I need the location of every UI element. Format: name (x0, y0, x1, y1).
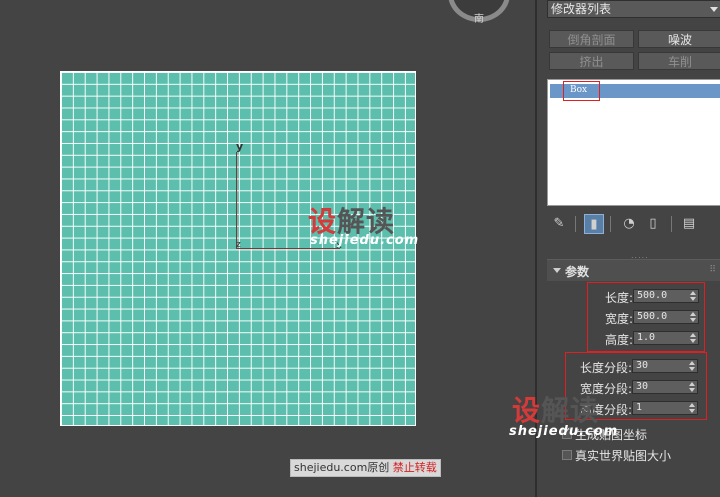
gizmo-y-label: y (236, 140, 244, 153)
gizmo-z-label: z (236, 240, 241, 250)
gizmo-y-axis (236, 152, 237, 248)
lathe-button[interactable]: 车削 (638, 52, 720, 70)
show-end-result-icon[interactable]: ▮ (584, 214, 604, 234)
chevron-down-icon (710, 7, 718, 12)
toolbar-divider (671, 216, 672, 232)
watermark-url: shejiedu.com (509, 424, 619, 439)
collapse-arrow-icon (553, 268, 561, 273)
modify-command-panel: 修改器列表 倒角剖面 噪波 挤出 车削 Box ✎ ▮ ◔ ▯ ▤ ..... … (509, 0, 720, 497)
pin-stack-icon[interactable]: ✎ (549, 214, 569, 234)
credit-banner: shejiedu.com原创 禁止转载 (290, 459, 441, 477)
real-world-map-size-checkbox[interactable] (562, 450, 572, 460)
annotation-highlight-box (587, 282, 705, 352)
remove-modifier-icon[interactable]: ▯ (643, 214, 663, 234)
perspective-viewport[interactable]: 南 y x z 设解读 shejiedu.com shejiedu.com原创 … (0, 0, 535, 497)
toolbar-divider (575, 216, 576, 232)
modifier-list-dropdown[interactable]: 修改器列表 (547, 0, 720, 18)
gizmo-x-axis (236, 248, 340, 249)
viewcube-south-label[interactable]: 南 (474, 10, 484, 25)
toolbar-divider (610, 216, 611, 232)
configure-modifier-sets-icon[interactable]: ▤ (679, 214, 699, 234)
real-world-map-size-label[interactable]: 真实世界贴图大小 (575, 447, 671, 464)
extrude-button[interactable]: 挤出 (549, 52, 634, 70)
bevel-profile-button[interactable]: 倒角剖面 (549, 30, 634, 48)
stack-toolbar: ✎ ▮ ◔ ▯ ▤ (547, 212, 720, 238)
make-unique-icon[interactable]: ◔ (619, 214, 639, 234)
modifier-stack[interactable]: Box (547, 79, 720, 206)
rollout-grip-icon: ⠿ (709, 265, 716, 275)
noise-button[interactable]: 噪波 (638, 30, 720, 48)
watermark-logo: 设解读 (512, 394, 600, 427)
parameters-rollout-header[interactable]: 参数 ⠿ (547, 259, 720, 281)
annotation-highlight-box (563, 81, 600, 101)
watermark-url: shejiedu.com (310, 233, 420, 248)
